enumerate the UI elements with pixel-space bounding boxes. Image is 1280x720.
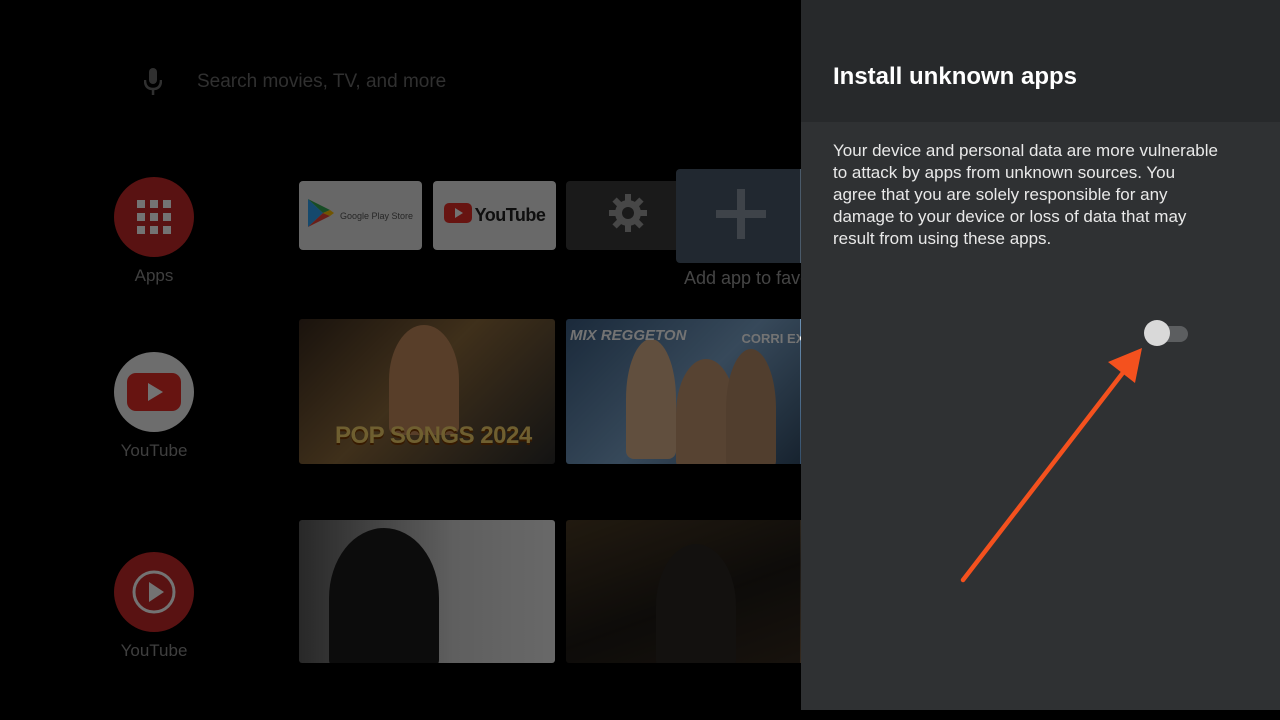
search-bar[interactable]: Search movies, TV, and more xyxy=(135,62,446,102)
thumbnail-title-right: CORRI EXI xyxy=(741,331,808,346)
video-thumbnail-mix-reggaeton[interactable]: MIX REGGETON CORRI EXI xyxy=(566,319,816,464)
thumbnail-person xyxy=(389,325,459,435)
thumbnail-person xyxy=(329,528,439,663)
panel-description: Your device and personal data are more v… xyxy=(833,141,1218,248)
microphone-icon[interactable] xyxy=(135,62,171,102)
rail-label-apps: Apps xyxy=(134,266,174,285)
rail-item-apps[interactable]: Apps xyxy=(114,177,194,286)
youtube-tile-label: YouTube xyxy=(474,205,546,225)
apps-grid-icon xyxy=(114,177,194,257)
rail-item-youtube[interactable]: YouTube xyxy=(114,352,194,461)
gear-icon xyxy=(608,193,648,238)
panel-header xyxy=(801,0,1280,122)
video-thumbnail-pop-songs[interactable]: POP SONGS 2024 xyxy=(299,319,555,464)
youtube-tile[interactable]: YouTube xyxy=(433,181,556,250)
settings-tile[interactable] xyxy=(566,181,689,250)
thumbnail-person xyxy=(626,339,676,459)
google-play-label: Google Play Store xyxy=(339,210,414,221)
install-unknown-apps-panel: Install unknown apps Your device and per… xyxy=(801,0,1280,710)
panel-title: Install unknown apps xyxy=(833,63,1078,90)
thumbnail-title-left: MIX REGGETON xyxy=(570,327,687,344)
thumbnail-person xyxy=(656,544,736,663)
google-play-store-tile[interactable]: Google Play Store xyxy=(299,181,422,250)
plus-icon xyxy=(714,187,768,246)
youtube-logo-icon xyxy=(114,352,194,432)
youtube-small-icon xyxy=(443,203,472,228)
install-unknown-apps-toggle[interactable] xyxy=(1144,320,1190,346)
video-thumbnail-cowboy[interactable] xyxy=(299,520,555,663)
thumbnail-title: POP SONGS 2024 xyxy=(335,422,532,449)
search-placeholder: Search movies, TV, and more xyxy=(197,71,447,92)
video-thumbnail-performer[interactable] xyxy=(566,520,816,663)
youtube-play-circle-icon xyxy=(114,552,194,632)
google-play-icon xyxy=(307,199,334,232)
rail-label-youtube-2: YouTube xyxy=(120,641,188,660)
rail-item-youtube-music[interactable]: YouTube xyxy=(114,552,194,661)
thumbnail-person xyxy=(726,349,776,464)
rail-label-youtube: YouTube xyxy=(120,441,188,460)
toggle-knob xyxy=(1144,320,1170,346)
